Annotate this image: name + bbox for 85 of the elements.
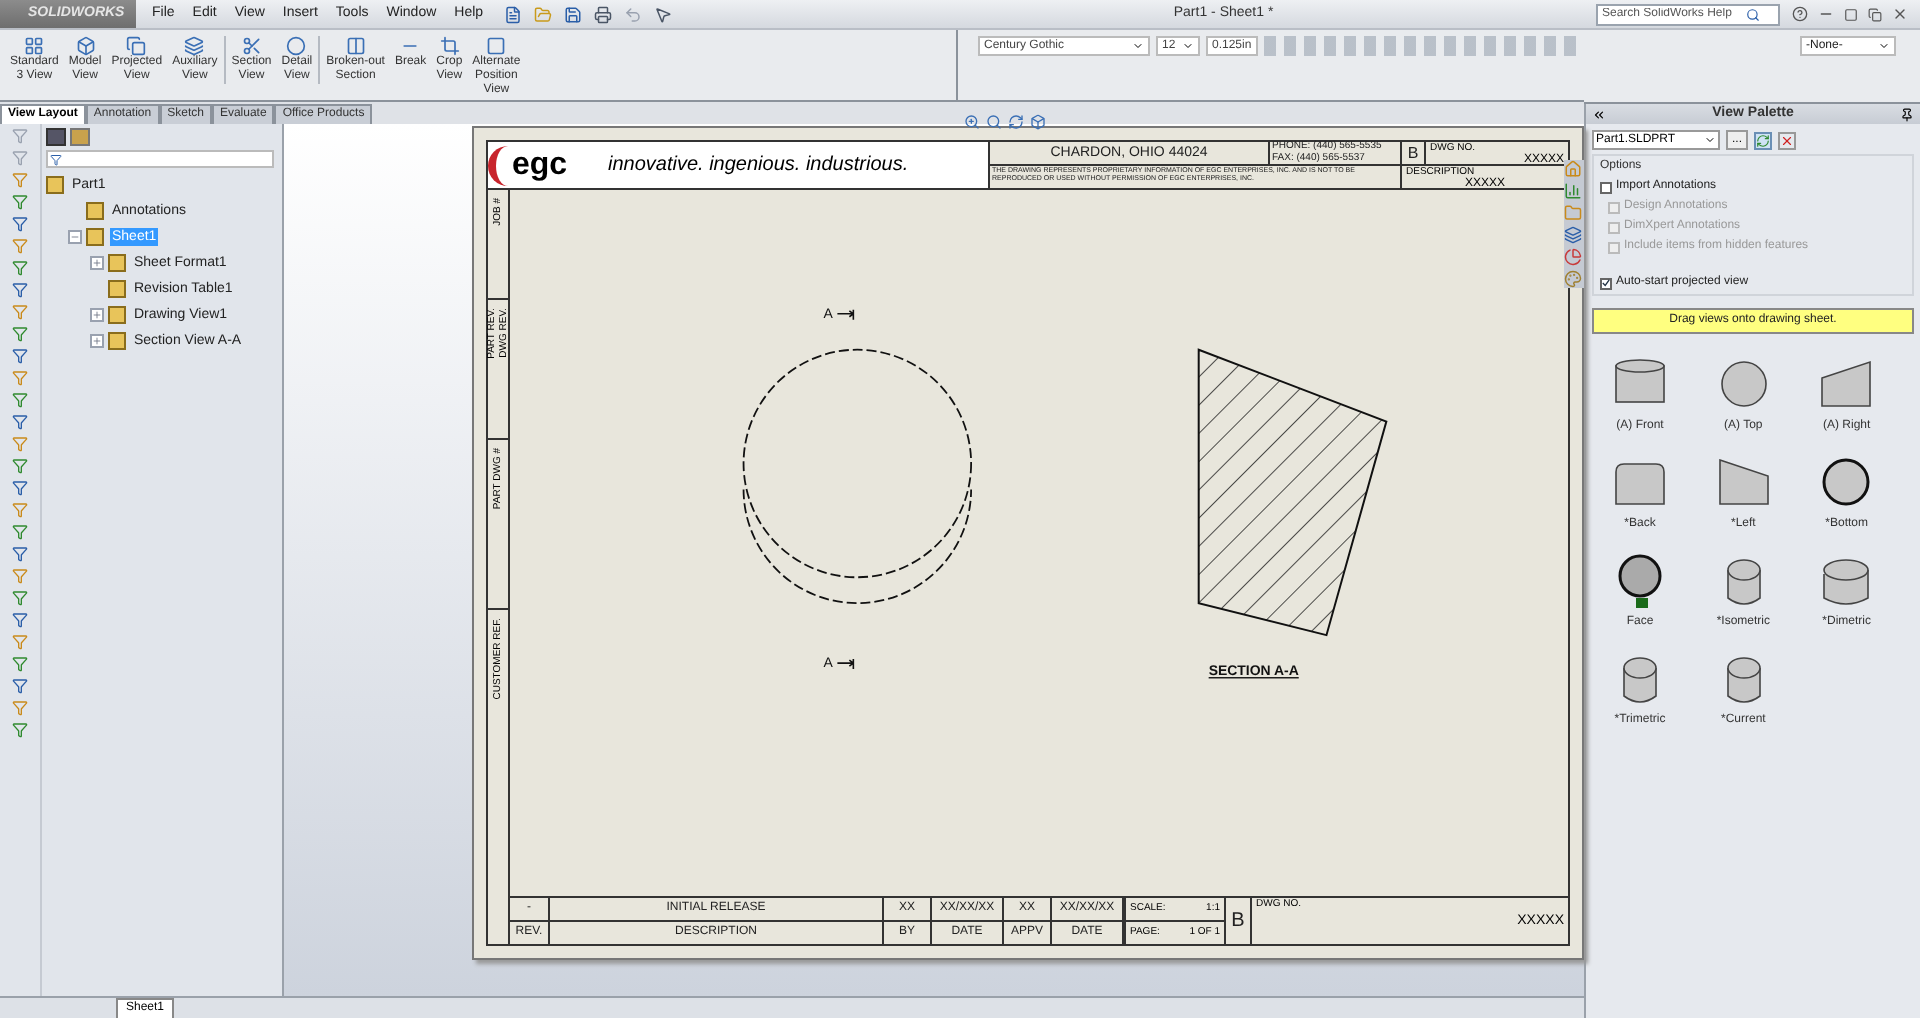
filter-icon[interactable] bbox=[12, 458, 28, 474]
filter-icon[interactable] bbox=[12, 656, 28, 672]
folder-icon[interactable] bbox=[533, 5, 552, 23]
layers-icon bbox=[184, 36, 205, 56]
filter-icon[interactable] bbox=[12, 568, 28, 584]
filter-field[interactable] bbox=[46, 150, 274, 168]
print-icon[interactable] bbox=[593, 5, 612, 23]
tree-node-icon bbox=[108, 280, 126, 298]
filter-icon[interactable] bbox=[12, 700, 28, 716]
filter-icon[interactable] bbox=[12, 590, 28, 606]
filter-icon[interactable] bbox=[12, 348, 28, 364]
filter-icon[interactable] bbox=[12, 326, 28, 342]
expand-toggle[interactable] bbox=[90, 256, 104, 270]
checkmark-icon bbox=[1602, 278, 1610, 288]
filter-icon[interactable] bbox=[12, 524, 28, 540]
filter-icon[interactable] bbox=[12, 194, 28, 210]
filter-icon bbox=[50, 153, 62, 165]
close-icon[interactable] bbox=[1778, 131, 1796, 149]
filter-icon[interactable] bbox=[12, 238, 28, 254]
tree-node-icon bbox=[86, 202, 104, 220]
filter-icon[interactable] bbox=[12, 172, 28, 188]
section-arrow bbox=[836, 308, 855, 321]
cube-icon[interactable] bbox=[1030, 114, 1046, 130]
sheet-size-text: B bbox=[1402, 142, 1426, 165]
filter-icon[interactable] bbox=[12, 216, 28, 232]
filter-icon[interactable] bbox=[12, 502, 28, 518]
tree-node-icon bbox=[108, 306, 126, 324]
refresh-icon[interactable] bbox=[1754, 131, 1772, 149]
property-tab-icon[interactable] bbox=[70, 128, 90, 146]
cube-icon bbox=[75, 36, 96, 56]
save-icon[interactable] bbox=[563, 5, 582, 23]
caret-icon bbox=[1704, 134, 1716, 146]
expand-toggle[interactable] bbox=[68, 230, 82, 244]
help-icon[interactable] bbox=[1792, 6, 1808, 22]
new-file-icon[interactable] bbox=[503, 5, 522, 23]
tree-node-icon bbox=[108, 332, 126, 350]
filter-icon[interactable] bbox=[12, 612, 28, 628]
filter-icon[interactable] bbox=[12, 282, 28, 298]
filter-icon[interactable] bbox=[12, 414, 28, 430]
filter-icon[interactable] bbox=[12, 546, 28, 562]
crop-icon bbox=[439, 36, 460, 56]
grid-icon bbox=[24, 36, 45, 56]
search-icon[interactable] bbox=[1746, 7, 1760, 21]
filter-icon[interactable] bbox=[12, 260, 28, 276]
checkbox[interactable] bbox=[1600, 277, 1612, 289]
tree-node-icon bbox=[108, 254, 126, 272]
cursor-icon[interactable] bbox=[653, 5, 672, 23]
caret-icon bbox=[1132, 40, 1144, 52]
filter-icon[interactable] bbox=[12, 678, 28, 694]
filter-icon[interactable] bbox=[12, 480, 28, 496]
maximize-icon[interactable] bbox=[1844, 7, 1858, 21]
layers-icon[interactable] bbox=[1564, 226, 1582, 244]
collapse-icon[interactable] bbox=[1592, 107, 1606, 121]
search-icon[interactable] bbox=[986, 114, 1002, 130]
zoom-icon[interactable] bbox=[964, 114, 980, 130]
scissors-icon bbox=[241, 36, 262, 56]
rotate-icon[interactable] bbox=[1008, 114, 1024, 130]
pin-icon[interactable] bbox=[1899, 107, 1914, 121]
columns-icon bbox=[345, 36, 366, 56]
frame-icon bbox=[486, 36, 507, 56]
expand-toggle[interactable] bbox=[90, 334, 104, 348]
close-icon[interactable] bbox=[1892, 6, 1908, 22]
expand-toggle[interactable] bbox=[90, 308, 104, 322]
sheet-size-text: B bbox=[1226, 898, 1252, 944]
filter-icon[interactable] bbox=[12, 722, 28, 738]
tree-node-icon bbox=[46, 176, 64, 194]
copy-icon bbox=[126, 36, 147, 56]
filter-icon[interactable] bbox=[12, 370, 28, 386]
caret-icon bbox=[1182, 40, 1194, 52]
checkbox[interactable] bbox=[1600, 181, 1612, 193]
company-logo: egc bbox=[488, 145, 608, 185]
company-tagline: innovative. ingenious. industrious. bbox=[608, 152, 909, 180]
section-arrow bbox=[836, 658, 855, 670]
circle-icon bbox=[286, 36, 307, 56]
filter-icon[interactable] bbox=[12, 436, 28, 452]
tree-node-icon bbox=[86, 228, 104, 246]
palette-icon[interactable] bbox=[1564, 270, 1582, 288]
undo-icon[interactable] bbox=[623, 5, 642, 23]
chart-icon[interactable] bbox=[1564, 182, 1582, 200]
caret-icon bbox=[1878, 40, 1890, 52]
filter-icon[interactable] bbox=[12, 634, 28, 650]
restore-icon[interactable] bbox=[1868, 7, 1882, 21]
filter-icon[interactable] bbox=[12, 304, 28, 320]
pie-icon[interactable] bbox=[1564, 248, 1582, 266]
filter-icon[interactable] bbox=[12, 392, 28, 408]
